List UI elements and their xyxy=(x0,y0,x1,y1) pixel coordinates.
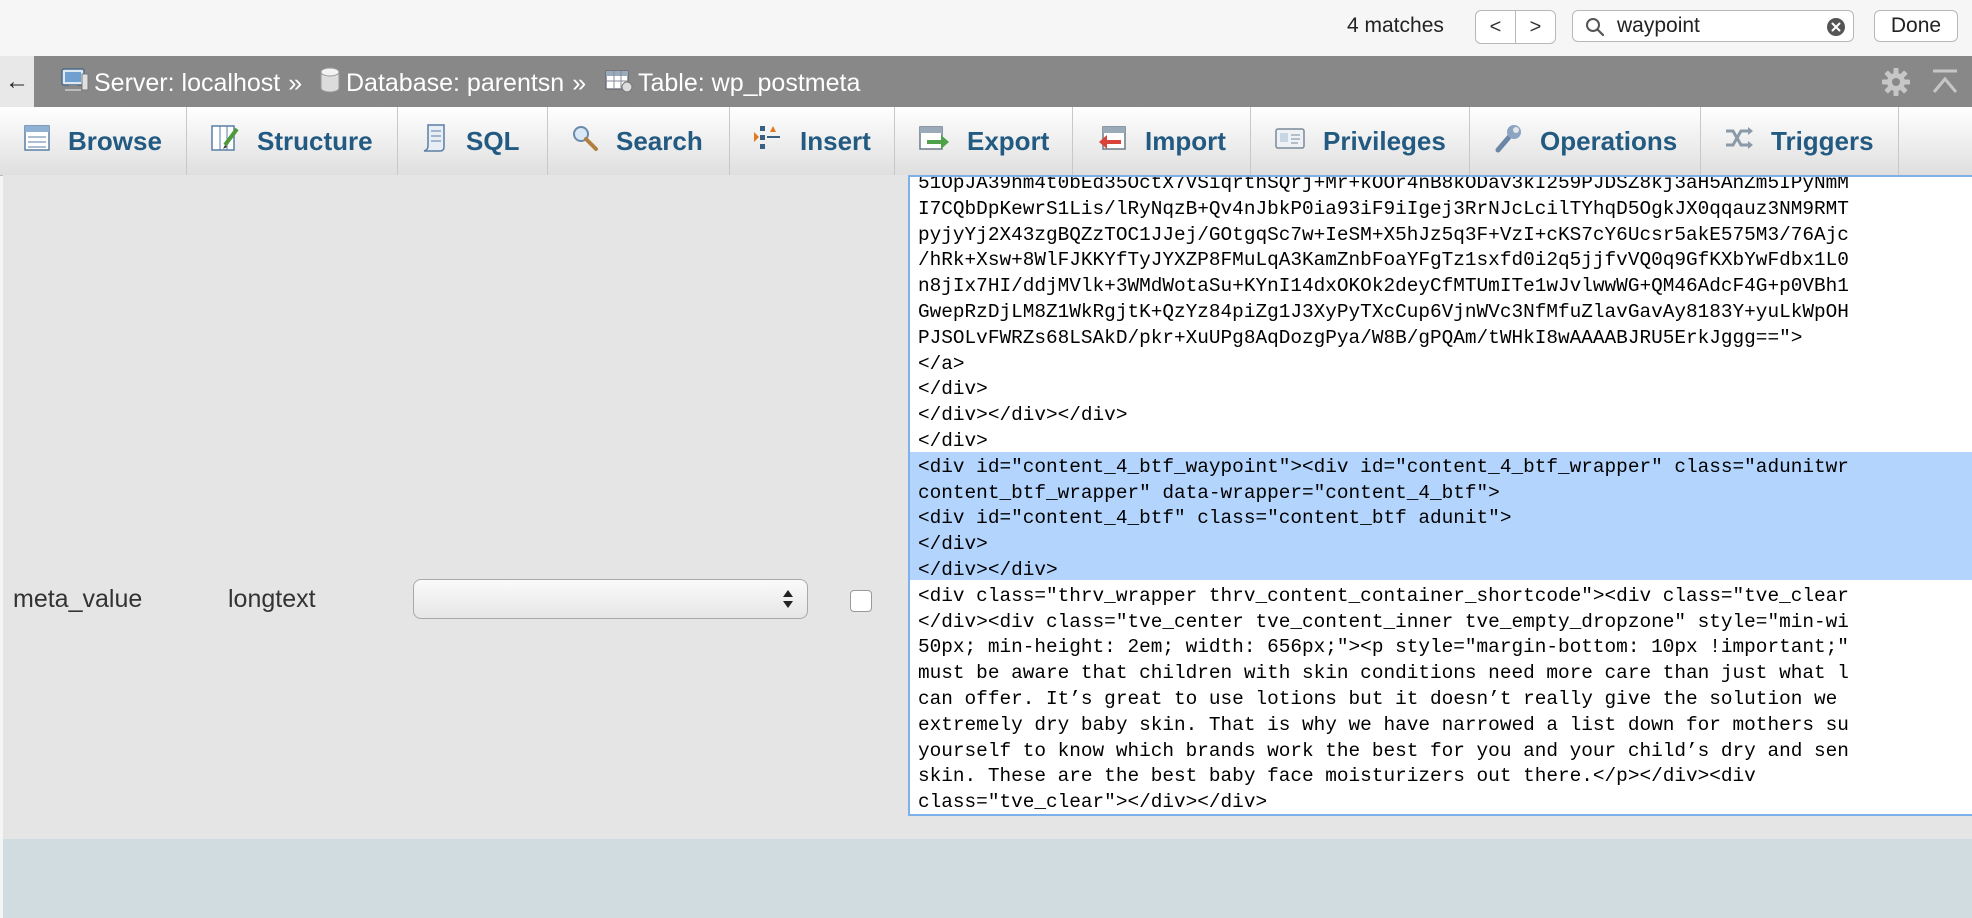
search-icon xyxy=(1585,17,1605,42)
breadcrumb-server[interactable]: Server: localhost » xyxy=(60,66,302,101)
collapse-icon[interactable] xyxy=(1929,66,1961,103)
sql-icon xyxy=(420,122,466,161)
select-arrows-icon xyxy=(781,587,795,616)
insert-icon xyxy=(752,122,800,161)
tab-bar: Browse Structure SQL Search Insert Expor… xyxy=(0,107,1972,176)
breadcrumb-server-label: Server: localhost xyxy=(94,69,281,97)
find-nav: < > xyxy=(1475,10,1556,44)
database-icon xyxy=(318,66,346,101)
import-icon xyxy=(1095,123,1145,160)
tab-browse[interactable]: Browse xyxy=(0,107,187,175)
tab-operations[interactable]: Operations xyxy=(1470,107,1701,175)
match-count: 4 matches xyxy=(1347,14,1444,37)
find-bar: 4 matches < > Done xyxy=(0,0,1972,57)
tab-search[interactable]: Search xyxy=(548,107,730,175)
clear-icon[interactable] xyxy=(1826,17,1846,42)
gear-icon[interactable] xyxy=(1880,66,1912,103)
column-type: longtext xyxy=(228,585,316,613)
done-button[interactable]: Done xyxy=(1874,10,1958,42)
tab-structure[interactable]: Structure xyxy=(187,107,398,175)
breadcrumb-table[interactable]: Table: wp_postmeta xyxy=(604,66,860,101)
table-icon xyxy=(604,66,638,101)
privileges-icon xyxy=(1273,124,1323,159)
search-icon xyxy=(570,123,616,160)
breadcrumb-database[interactable]: Database: parentsn » xyxy=(318,66,586,101)
breadcrumb-table-label: Table: wp_postmeta xyxy=(638,69,861,97)
value-text: 51OpJA39hm4t0bEd35OctX7VSiqrthSQrj+Mr+kO… xyxy=(918,175,1849,814)
export-icon xyxy=(917,123,967,160)
tab-sql[interactable]: SQL xyxy=(398,107,548,175)
column-name: meta_value xyxy=(13,585,143,613)
find-field[interactable] xyxy=(1572,10,1854,42)
footer-area xyxy=(3,839,1972,918)
next-match-button[interactable]: > xyxy=(1516,10,1556,44)
structure-icon xyxy=(209,123,257,160)
breadcrumb-database-label: Database: parentsn xyxy=(346,69,565,97)
tab-import[interactable]: Import xyxy=(1073,107,1251,175)
tab-insert[interactable]: Insert xyxy=(730,107,895,175)
server-icon xyxy=(60,66,94,101)
previous-match-button[interactable]: < xyxy=(1475,10,1516,44)
function-select[interactable] xyxy=(413,579,808,619)
null-checkbox[interactable] xyxy=(850,590,872,612)
tab-export[interactable]: Export xyxy=(895,107,1073,175)
triggers-icon xyxy=(1723,123,1771,160)
find-input[interactable] xyxy=(1617,13,1807,39)
breadcrumb: ← Server: localhost » Database: parentsn… xyxy=(0,56,1972,107)
tab-triggers[interactable]: Triggers xyxy=(1701,107,1899,175)
tab-privileges[interactable]: Privileges xyxy=(1251,107,1470,175)
browse-icon xyxy=(22,123,68,160)
value-textarea[interactable]: 51OpJA39hm4t0bEd35OctX7VSiqrthSQrj+Mr+kO… xyxy=(908,175,1972,816)
operations-icon xyxy=(1492,122,1540,161)
back-arrow-icon[interactable]: ← xyxy=(0,56,34,107)
